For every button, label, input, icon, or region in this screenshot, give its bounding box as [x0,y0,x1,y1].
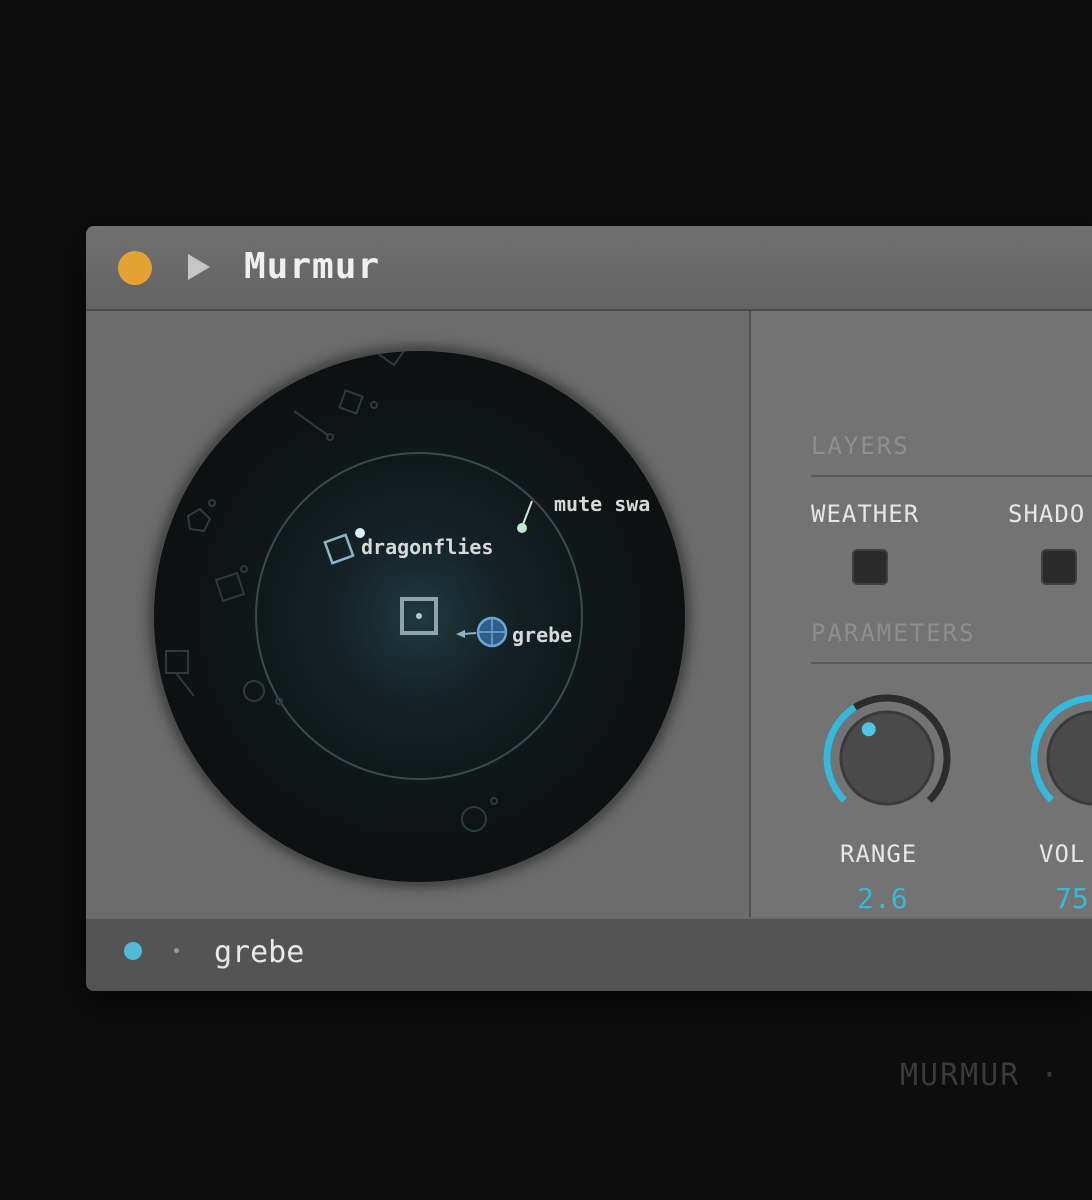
layer-label-weather: WEATHER [811,500,920,528]
layers-rule [811,475,1092,477]
shadow-toggle[interactable] [1041,549,1077,585]
grebe-direction-arrow [456,630,465,638]
source-label-dragonflies[interactable]: dragonflies [361,535,493,559]
layers-title: LAYERS [811,432,910,460]
range-value: 2.6 [857,882,908,915]
selection-dot-icon [124,942,142,960]
parameters-rule [811,662,1092,664]
radar-graphics [165,351,583,832]
source-label-mute-swan[interactable]: mute swa [554,492,650,516]
mute-swan-direction [521,500,533,528]
volume-knob-graphic [1030,694,1092,806]
source-label-grebe[interactable]: grebe [512,623,572,647]
mute-swan-handle[interactable] [517,523,527,533]
listener-center-dot [416,613,422,619]
title-bar: Murmur [86,226,1092,311]
spatial-radar[interactable]: dragonflies mute swa grebe [151,348,688,885]
separator-dot-icon [174,948,179,953]
footer-brand: MURMUR · [900,1058,1061,1093]
volume-value: 75 [1055,882,1089,915]
range-label: RANGE [840,840,918,868]
controls-panel: LAYERS WEATHER SHADO PARAMETERS RANGE 2.… [751,311,1092,917]
faint-sources [165,351,498,832]
app-title: Murmur [244,246,381,287]
dragonflies-source-icon[interactable] [323,533,355,565]
range-knob[interactable] [821,692,953,828]
volume-label: VOL [1039,840,1086,868]
volume-knob[interactable] [1028,692,1092,828]
power-indicator-icon[interactable] [118,251,152,285]
weather-toggle[interactable] [852,549,888,585]
range-knob-graphic [823,694,951,806]
selected-source-name: grebe [214,935,305,970]
layer-label-shadow: SHADO [1008,500,1086,528]
play-icon[interactable] [188,254,210,280]
status-bar: grebe [86,919,1092,991]
parameters-title: PARAMETERS [811,619,976,647]
app-window: Murmur dragonflies mute swa grebe LAYERS… [86,226,1092,991]
